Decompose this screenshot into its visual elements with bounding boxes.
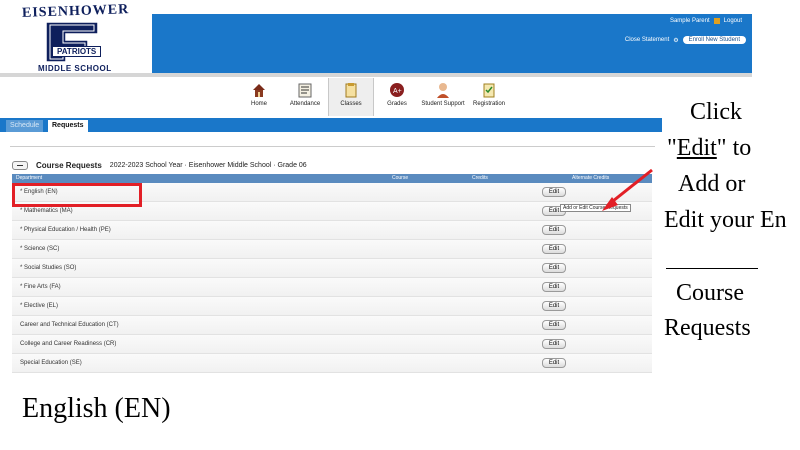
table-row: * Fine Arts (FA) Edit	[12, 278, 652, 297]
gear-icon[interactable]: ⚙	[673, 37, 678, 44]
tab-schedule[interactable]: Schedule	[6, 120, 44, 132]
parent-info: Sample Parent Logout	[670, 18, 742, 24]
annotation-english: English (EN)	[22, 393, 171, 424]
col-credits: Credits	[472, 175, 488, 181]
annotation-click: Click	[690, 99, 742, 125]
annotation-add-or: Add or	[678, 171, 746, 197]
logo-arc-text: EISENHOWER	[21, 2, 130, 21]
annotation-edit-your: Edit your En	[664, 208, 787, 232]
table-row: * Social Studies (SO) Edit	[12, 259, 652, 278]
row-label: * Mathematics (MA)	[20, 208, 73, 214]
home-icon	[253, 84, 265, 97]
student-support-icon	[437, 83, 449, 98]
table-row: * Science (SC) Edit	[12, 240, 652, 259]
svg-text:A+: A+	[393, 88, 402, 95]
table-row: Special Education (SE) Edit	[12, 354, 652, 373]
edit-button[interactable]: Edit	[542, 320, 566, 330]
nav-grades[interactable]: A+ Grades	[374, 78, 420, 116]
logo-bottom-text: MIDDLE SCHOOL	[38, 64, 112, 73]
nav-home[interactable]: Home	[236, 78, 282, 116]
annotation-course: Course	[676, 280, 744, 306]
grades-icon: A+	[390, 83, 404, 97]
classes-icon	[345, 83, 357, 98]
school-logo: EISENHOWER PATRIOTS MIDDLE SCHOOL	[0, 0, 152, 75]
collapse-icon[interactable]	[12, 160, 28, 170]
edit-button[interactable]: Edit	[542, 244, 566, 254]
row-label: * Physical Education / Health (PE)	[20, 227, 111, 233]
edit-tooltip: Add or Edit Course Requests	[560, 204, 631, 212]
nav-registration[interactable]: Registration	[466, 78, 512, 116]
registration-icon	[483, 83, 495, 98]
nav-classes[interactable]: Classes	[328, 78, 374, 116]
english-row-highlight	[12, 183, 142, 207]
nav-attendance[interactable]: Attendance	[282, 78, 328, 116]
annotation-divider	[666, 268, 758, 269]
annotation-edit-word: Edit	[676, 135, 717, 161]
edit-button[interactable]: Edit	[542, 263, 566, 273]
table-row: * Physical Education / Health (PE) Edit	[12, 221, 652, 240]
row-label: * Elective (EL)	[20, 303, 59, 309]
edit-button[interactable]: Edit	[542, 301, 566, 311]
course-requests-header: Course Requests 2022-2023 School Year · …	[12, 158, 652, 172]
logo-banner: PATRIOTS	[52, 46, 102, 57]
table-row: Career and Technical Education (CT) Edit	[12, 316, 652, 335]
edit-button[interactable]: Edit	[542, 358, 566, 368]
col-department: Department	[16, 175, 43, 181]
row-label: * Social Studies (SO)	[20, 265, 77, 271]
logout-link[interactable]: Logout	[724, 18, 742, 24]
annotation-edit-line: "Edit" to	[667, 135, 752, 161]
close-statement-link[interactable]: Close Statement	[625, 37, 669, 43]
close-statement-row: Close Statement ⚙ Enroll New Student	[625, 36, 746, 44]
header-divider	[0, 73, 752, 77]
row-label: * Science (SC)	[20, 246, 60, 252]
table-header: Department Course Credits Alternate Cred…	[12, 174, 652, 183]
attendance-icon	[298, 83, 312, 98]
edit-button[interactable]: Edit	[542, 187, 566, 197]
header-banner: Sample Parent Logout Close Statement ⚙ E…	[152, 14, 752, 74]
section-title: Course Requests	[36, 160, 102, 170]
row-label: Career and Technical Education (CT)	[20, 322, 119, 328]
parent-name[interactable]: Sample Parent	[670, 18, 710, 24]
col-alternate-credits: Alternate Credits	[572, 175, 610, 181]
table-row: College and Career Readiness (CR) Edit	[12, 335, 652, 354]
tab-requests[interactable]: Requests	[48, 120, 88, 132]
notification-icon[interactable]	[713, 18, 720, 24]
course-request-rows: * English (EN) Edit * Mathematics (MA) E…	[12, 183, 652, 373]
edit-button[interactable]: Edit	[542, 282, 566, 292]
row-label: College and Career Readiness (CR)	[20, 341, 117, 347]
logo-f-icon	[45, 21, 99, 63]
enroll-student-button[interactable]: Enroll New Student	[682, 36, 746, 44]
main-nav: Home Attendance Classes A+ Grades Studen…	[236, 78, 512, 116]
edit-button[interactable]: Edit	[542, 339, 566, 349]
table-row: * Elective (EL) Edit	[12, 297, 652, 316]
tab-bar: Schedule Requests	[0, 118, 662, 132]
edit-button[interactable]: Edit	[542, 225, 566, 235]
nav-student-support[interactable]: Student Support	[420, 78, 466, 116]
row-label: * Fine Arts (FA)	[20, 284, 61, 290]
row-label: Special Education (SE)	[20, 360, 82, 366]
col-course: Course	[392, 175, 409, 181]
annotation-requests: Requests	[664, 315, 751, 341]
section-subtitle: 2022-2023 School Year · Eisenhower Middl…	[109, 161, 307, 169]
